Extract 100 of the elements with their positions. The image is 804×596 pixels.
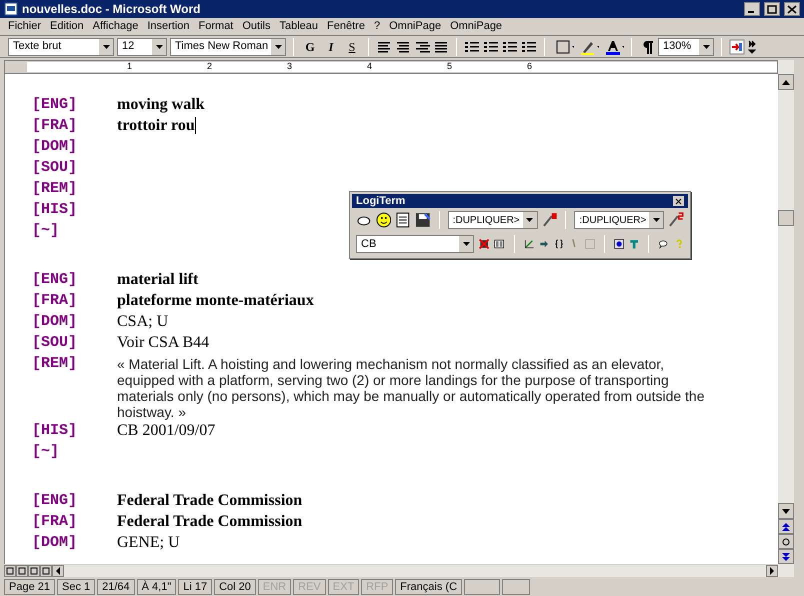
menu-item[interactable]: OmniPage: [389, 18, 442, 35]
outline-view-button[interactable]: [40, 564, 52, 576]
field-tag: [SOU]: [32, 157, 117, 178]
term-text: moving walk: [117, 94, 205, 114]
close-icon: [787, 4, 797, 14]
close-button[interactable]: [784, 2, 800, 16]
document-icon[interactable]: [395, 212, 412, 228]
format-button[interactable]: G: [301, 38, 319, 56]
record-dropdown[interactable]: CB: [356, 235, 474, 253]
field-tag: [DOM]: [32, 532, 117, 553]
toolbar-overflow-icon[interactable]: [748, 40, 756, 54]
minimize-icon: [748, 10, 754, 12]
window-title: nouvelles.doc - Microsoft Word: [22, 1, 202, 18]
term-text: material lift: [117, 270, 198, 290]
format-button[interactable]: I: [322, 38, 340, 56]
menu-item[interactable]: OmniPage: [450, 18, 502, 35]
wand-icon[interactable]: [668, 212, 684, 228]
omnipage-icon[interactable]: [729, 38, 745, 54]
scroll-thumb[interactable]: [778, 210, 794, 226]
status-panel: [502, 578, 530, 594]
status-field: Page 21: [4, 578, 55, 594]
next-page-button[interactable]: [778, 549, 794, 564]
save-icon[interactable]: [415, 212, 431, 228]
caret-icon: [462, 242, 470, 246]
menu-item[interactable]: Format: [198, 18, 234, 35]
double-down-arrow-icon: [782, 552, 790, 560]
status-field: Sec 1: [56, 578, 96, 594]
scroll-right-button[interactable]: [766, 564, 778, 576]
close-icon: [675, 198, 682, 204]
field-tag: [FRA]: [32, 290, 117, 311]
ruler-number: 2: [207, 60, 214, 74]
caret-icon: [652, 218, 660, 222]
term-text: Federal Trade Commission: [117, 490, 302, 510]
double-up-arrow-icon: [782, 522, 790, 530]
zoom-dropdown[interactable]: 130%: [658, 38, 714, 56]
caret-icon: [702, 44, 710, 48]
right-arrow-icon: [769, 566, 775, 574]
menu-item[interactable]: Fenêtre: [327, 18, 365, 35]
field-tag: [DOM]: [32, 311, 117, 332]
vertical-scrollbar[interactable]: [778, 60, 794, 577]
menu-item[interactable]: Fichier: [8, 18, 42, 35]
field-tag: [ENG]: [32, 94, 117, 115]
field-tag: [REM]: [32, 353, 117, 374]
field-tag: [FRA]: [32, 511, 117, 532]
web-view-icon: [18, 566, 26, 574]
note-text: « Material Lift. A hoisting and lowering mechanism not normally classified as an elevator, equipped with a platform, serving two (2) or more landings for the purpose of transporting materials only (no persons), which may be manually or automatically operated from outside the hoistway. »: [117, 355, 706, 420]
field-tag: [HIS]: [32, 199, 117, 220]
up-arrow-icon: [782, 80, 790, 84]
scroll-down-button[interactable]: [778, 503, 794, 519]
delete-icon[interactable]: [479, 236, 490, 252]
field-tag: [~]: [32, 441, 117, 462]
format-button[interactable]: S: [343, 38, 361, 56]
field-tag: [DOM]: [32, 136, 117, 157]
field-text: Voir CSA B44: [117, 332, 210, 352]
maximize-button[interactable]: [764, 2, 780, 16]
field-tag: [REM]: [32, 178, 117, 199]
normal-view-button[interactable]: [4, 564, 16, 576]
duplicate-dropdown[interactable]: :DUPLIQUER>: [448, 211, 538, 229]
target-icon[interactable]: [614, 236, 624, 252]
browse-object-button[interactable]: [778, 534, 794, 549]
page-view-button[interactable]: [28, 564, 40, 576]
minimize-button[interactable]: [744, 2, 760, 16]
status-field: Français (C: [395, 578, 462, 594]
ruler-number: 4: [367, 60, 374, 74]
ruler-number: 5: [447, 60, 454, 74]
status-field: Li 17: [178, 578, 212, 594]
scroll-up-button[interactable]: [778, 74, 794, 90]
scroll-left-button[interactable]: [52, 564, 64, 576]
wand-icon[interactable]: [542, 212, 558, 228]
field-tag: [ENG]: [32, 490, 117, 511]
field-tag: [SOU]: [32, 332, 117, 353]
term-text: Federal Trade Commission: [117, 512, 302, 532]
menu-item[interactable]: Outils: [242, 18, 270, 35]
menu-item[interactable]: Affichage: [92, 18, 138, 35]
font-size-dropdown[interactable]: 12: [117, 38, 167, 56]
field-tag: [ENG]: [32, 269, 117, 290]
term-text: trottoir rou: [117, 116, 195, 136]
menu-item[interactable]: Tableau: [280, 18, 318, 35]
previous-page-button[interactable]: [778, 519, 794, 534]
font-dropdown[interactable]: Times New Roman: [170, 38, 286, 56]
outline-view-icon: [42, 566, 50, 574]
style-dropdown[interactable]: Texte brut: [8, 38, 114, 56]
ruler-number: 6: [527, 60, 534, 74]
down-arrow-icon: [782, 508, 790, 514]
field-text: GENE; U: [117, 532, 180, 552]
field-tag: [FRA]: [32, 115, 117, 136]
close-button[interactable]: [673, 196, 684, 206]
left-arrow-icon: [55, 566, 61, 574]
normal-view-icon: [6, 566, 14, 574]
smiley-icon[interactable]: [376, 212, 392, 228]
horizontal-scrollbar[interactable]: [64, 564, 766, 576]
caret-icon: [156, 44, 162, 48]
status-panel: [464, 578, 500, 594]
field-text: CSA; U: [117, 312, 168, 332]
web-view-button[interactable]: [16, 564, 28, 576]
menu-item[interactable]: Insertion: [147, 18, 190, 35]
duplicate-dropdown[interactable]: :DUPLIQUER>: [574, 211, 664, 229]
menu-item[interactable]: ?: [374, 18, 380, 35]
term-text: plateforme monte-matériaux: [117, 290, 314, 310]
menu-item[interactable]: Edition: [50, 18, 84, 35]
